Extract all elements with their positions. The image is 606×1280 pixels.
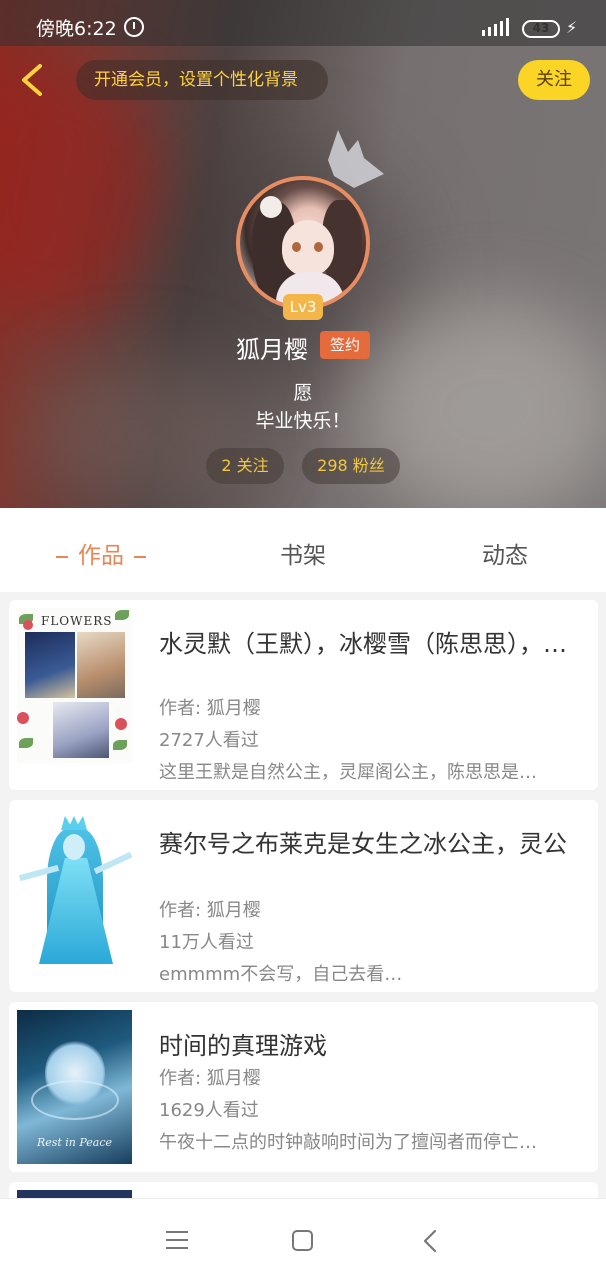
work-view-count: 11万人看过 <box>159 932 254 953</box>
tab-indicator <box>134 555 146 558</box>
username: 狐月樱 <box>236 336 308 364</box>
back-icon[interactable] <box>418 1228 442 1254</box>
signal-icon <box>482 14 514 36</box>
alarm-icon <box>124 17 144 37</box>
status-bar: 傍晚6:22 43 ⚡ <box>0 0 606 46</box>
work-view-count: 1629人看过 <box>159 1100 259 1121</box>
tab-activity[interactable]: 动态 <box>404 536 606 570</box>
work-view-count: 2727人看过 <box>159 730 259 751</box>
menu-icon[interactable] <box>166 1231 188 1249</box>
home-icon[interactable] <box>292 1230 313 1251</box>
tab-works[interactable]: 作品 <box>0 536 202 570</box>
signed-author-badge: 签约 <box>320 331 370 359</box>
profile-header: 傍晚6:22 43 ⚡ 开通会员，设置个性化背景 关注 Lv3 狐月樱 签约 愿… <box>0 0 606 508</box>
back-button[interactable] <box>14 60 54 100</box>
work-cover: FLOWERS <box>17 608 132 763</box>
work-card[interactable]: Rest in Peace 时间的真理游戏 作者: 狐月樱 1629人看过 午夜… <box>9 1002 598 1172</box>
cover-title: Rest in Peace <box>36 1136 113 1149</box>
battery-level: 43 <box>532 21 550 35</box>
cover-title: FLOWERS <box>41 614 113 628</box>
profile-tabs: 作品 书架 动态 <box>0 508 606 592</box>
chevron-left-icon <box>22 64 42 96</box>
battery-icon: 43 <box>522 20 560 38</box>
work-author: 作者: 狐月樱 <box>159 900 261 921</box>
fans-count[interactable]: 298 粉丝 <box>302 448 400 484</box>
avatar[interactable] <box>236 176 370 310</box>
tab-bookshelf[interactable]: 书架 <box>202 536 404 570</box>
work-cover <box>17 808 133 964</box>
follow-button[interactable]: 关注 <box>518 60 590 100</box>
work-title: 水灵默（王默），冰樱雪（陈思思），… <box>159 630 567 658</box>
tab-label: 作品 <box>78 543 124 569</box>
charging-icon: ⚡ <box>566 18 578 37</box>
tab-indicator <box>56 555 68 558</box>
system-navigation-bar <box>0 1198 606 1280</box>
work-description: emmmm不会写，自己去看… <box>159 964 403 985</box>
bio-line-2: 毕业快乐！ <box>255 410 351 432</box>
work-card[interactable]: 赛尔号之布莱克是女生之冰公主，灵公 作者: 狐月樱 11万人看过 emmmm不会… <box>9 800 598 992</box>
vip-background-prompt[interactable]: 开通会员，设置个性化背景 <box>76 60 328 100</box>
work-title: 时间的真理游戏 <box>159 1032 327 1060</box>
work-title: 赛尔号之布莱克是女生之冰公主，灵公 <box>159 830 567 858</box>
bio-line-1: 愿 <box>293 382 313 404</box>
status-time: 傍晚6:22 <box>36 18 117 40</box>
level-badge: Lv3 <box>283 294 323 320</box>
work-cover: Rest in Peace <box>17 1010 132 1164</box>
work-author: 作者: 狐月樱 <box>159 1068 261 1089</box>
following-count[interactable]: 2 关注 <box>206 448 284 484</box>
work-card[interactable]: FLOWERS 水灵默（王默），冰樱雪（陈思思），… 作者: 狐月樱 2727人… <box>9 600 598 790</box>
work-description: 午夜十二点的时钟敲响时间为了擅闯者而停亡… <box>159 1132 537 1153</box>
work-author: 作者: 狐月樱 <box>159 698 261 719</box>
work-description: 这里王默是自然公主，灵犀阁公主，陈思思是… <box>159 762 537 783</box>
